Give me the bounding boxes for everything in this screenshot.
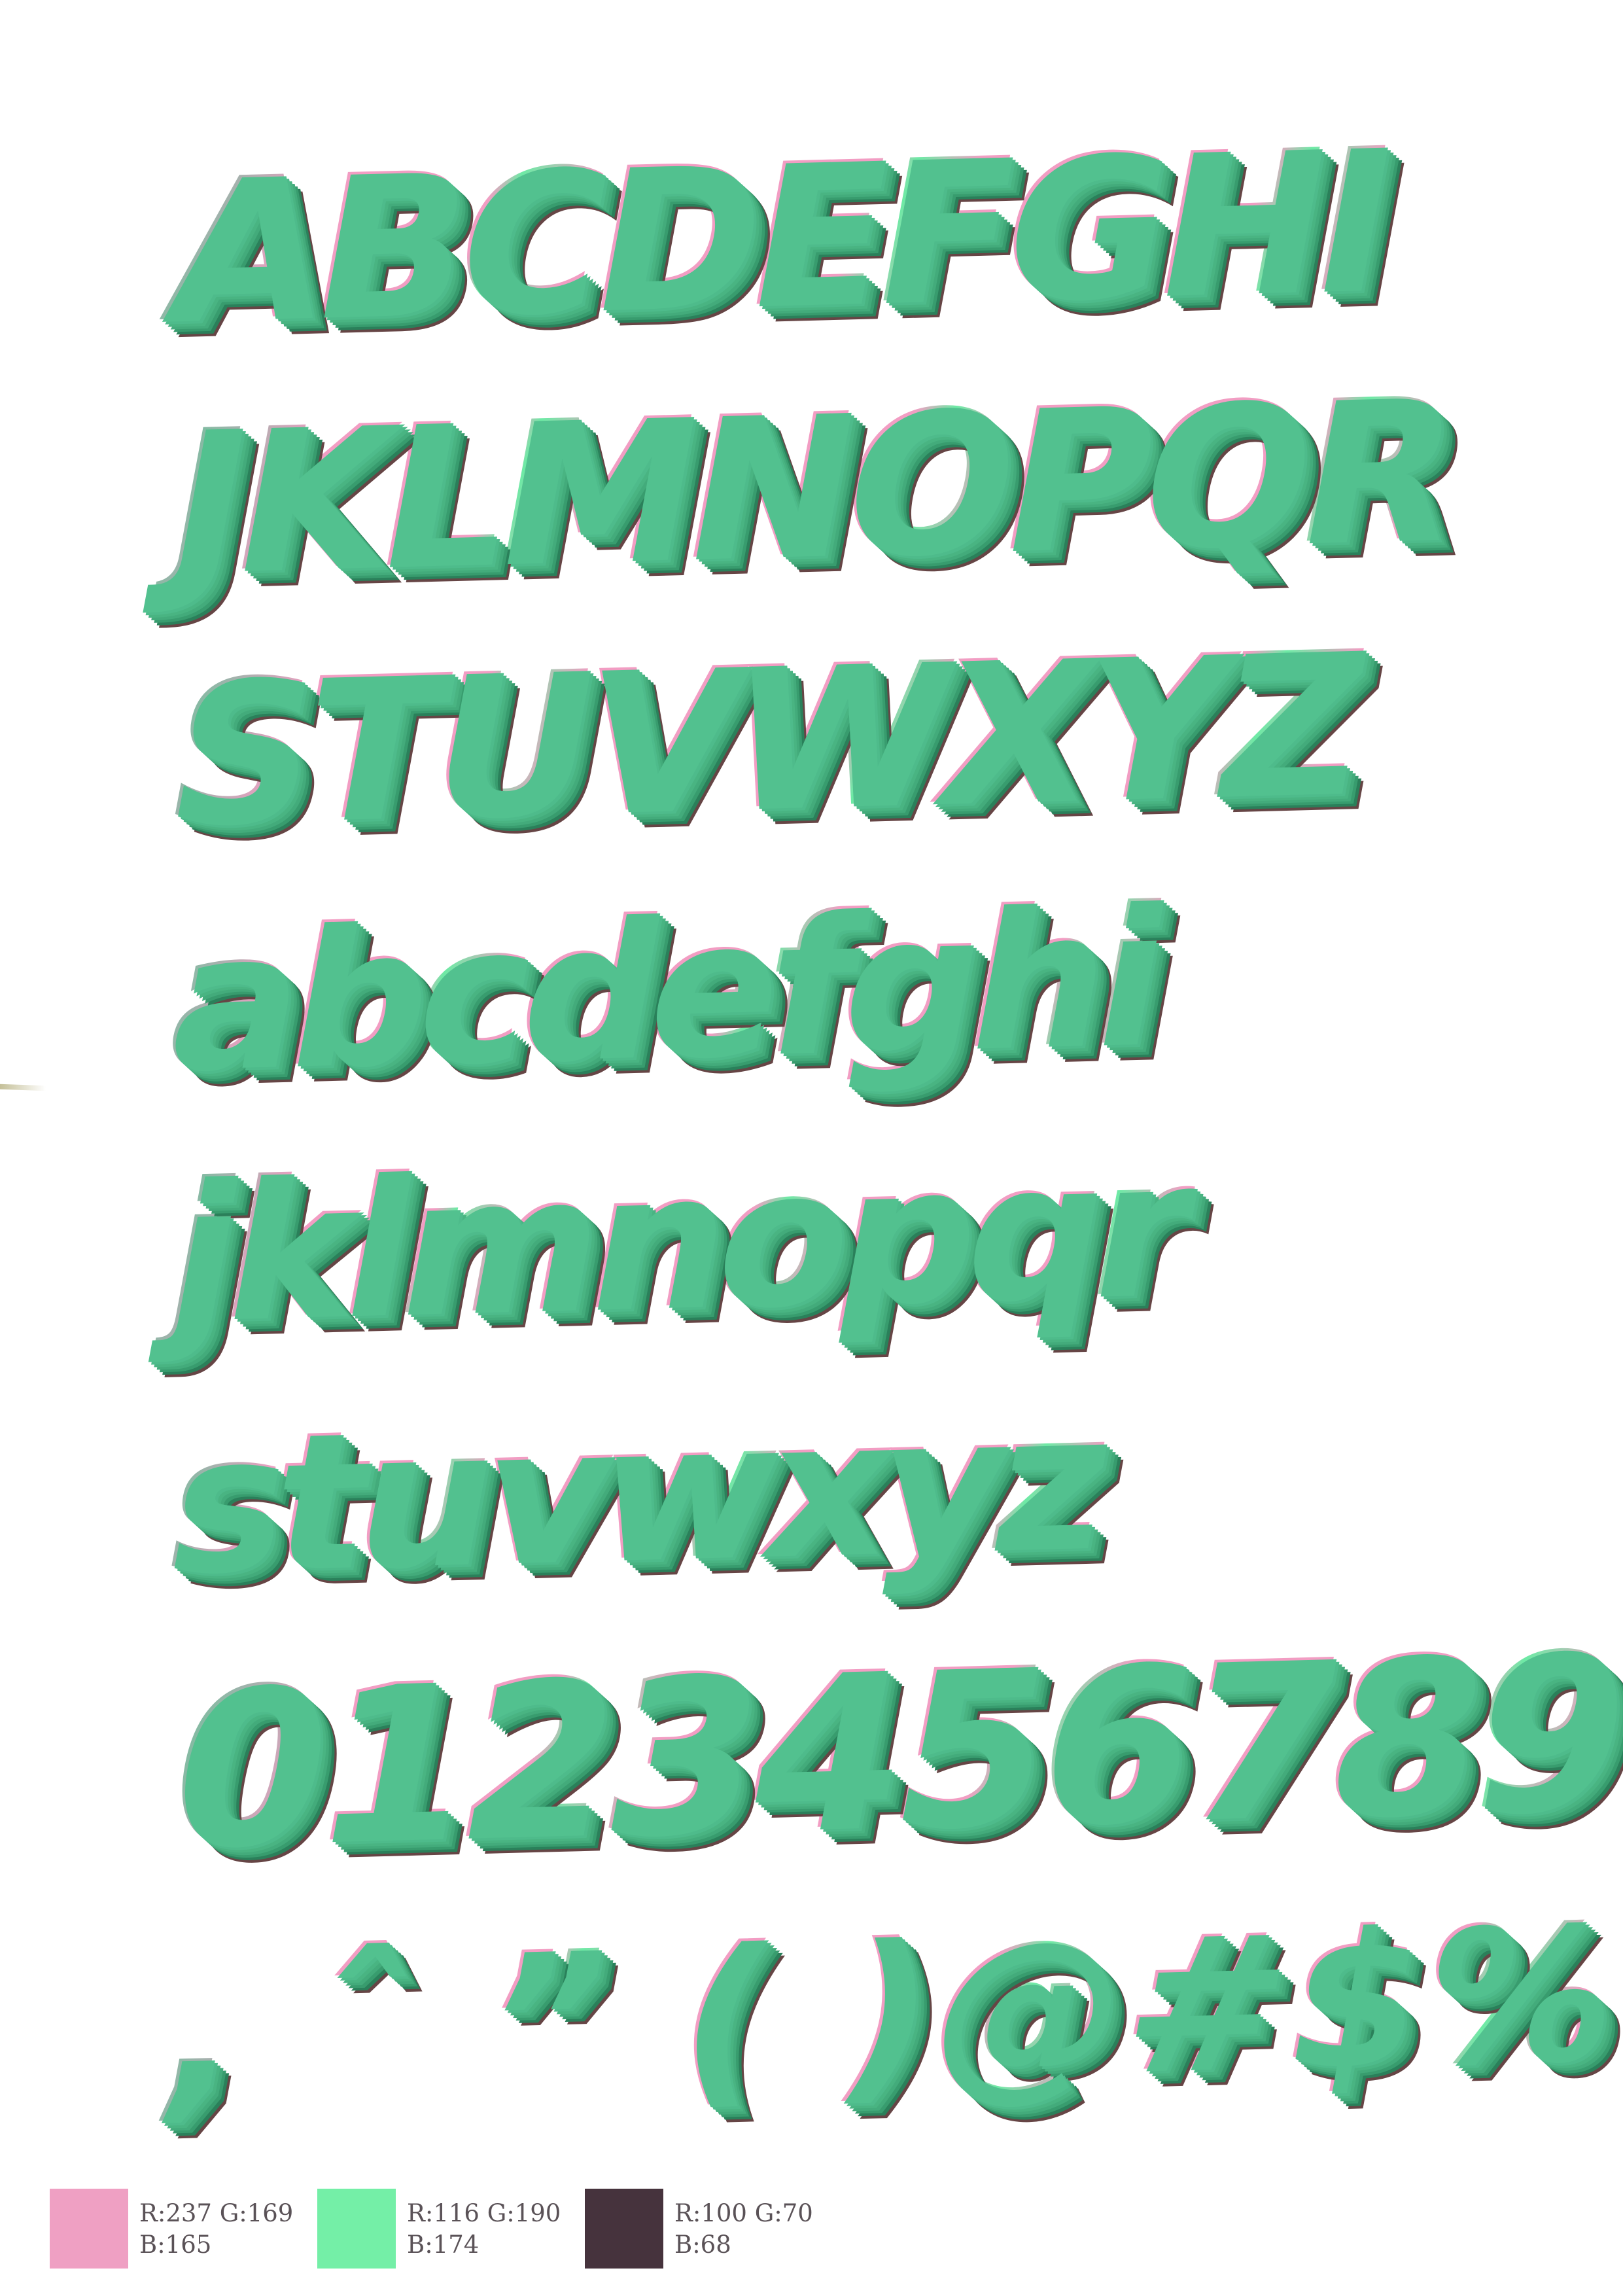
glyph-text: ABCDEFGHI — [150, 106, 1426, 366]
glyph-row-uppercase-s-z: STUVWXYZ — [144, 609, 1596, 900]
glyph-text: abcdefghi — [151, 866, 1197, 1112]
rgb-line-1: R:237 G:169 — [139, 2199, 294, 2227]
rgb-line-1: R:116 G:190 — [407, 2199, 561, 2227]
glyph-row-lowercase-a-i: abcdefghi — [144, 866, 1596, 1151]
swatch-label-green: R:116 G:190 B:174 — [407, 2198, 564, 2261]
color-swatch-pink — [50, 2189, 128, 2269]
glyph-text: , ˆ ” ( )@#$% — [145, 1884, 1623, 2139]
type-specimen-page: ABCDEFGHI JKLMNOPQR STUVWXYZ abcdefghi j… — [0, 0, 1623, 2296]
glyph-text: 0123456789 — [150, 1606, 1623, 1895]
glyph-row-digits: 0123456789 — [144, 1606, 1623, 1930]
stray-stroke-mark — [0, 1084, 46, 1091]
color-swatch-dark — [585, 2189, 663, 2269]
glyph-text: JKLMNOPQR — [150, 355, 1490, 617]
glyph-text: jklmnopqr — [151, 1117, 1223, 1364]
swatch-label-dark: R:100 G:70 B:68 — [674, 2198, 831, 2261]
glyph-row-symbols: , ˆ ” ( )@#$% — [144, 1884, 1623, 2147]
glyph-row-lowercase-s-z: stuvwxyz — [144, 1370, 1596, 1653]
glyph-text: STUVWXYZ — [150, 609, 1397, 868]
color-palette: R:237 G:169 B:165 R:116 G:190 B:174 R:10… — [50, 2189, 900, 2274]
glyph-row-uppercase-j-r: JKLMNOPQR — [144, 355, 1596, 648]
glyph-row-lowercase-j-r: jklmnopqr — [144, 1117, 1596, 1402]
glyph-rows: ABCDEFGHI JKLMNOPQR STUVWXYZ abcdefghi j… — [144, 106, 1623, 2155]
glyph-text: stuvwxyz — [151, 1370, 1141, 1615]
glyph-row-uppercase-a-i: ABCDEFGHI — [144, 106, 1596, 397]
rgb-line-2: B:165 — [139, 2231, 212, 2259]
swatch-label-pink: R:237 G:169 B:165 — [139, 2198, 296, 2261]
rgb-line-2: B:68 — [674, 2231, 731, 2259]
color-swatch-green — [317, 2189, 396, 2269]
rgb-line-1: R:100 G:70 — [674, 2199, 813, 2227]
rgb-line-2: B:174 — [407, 2231, 480, 2259]
